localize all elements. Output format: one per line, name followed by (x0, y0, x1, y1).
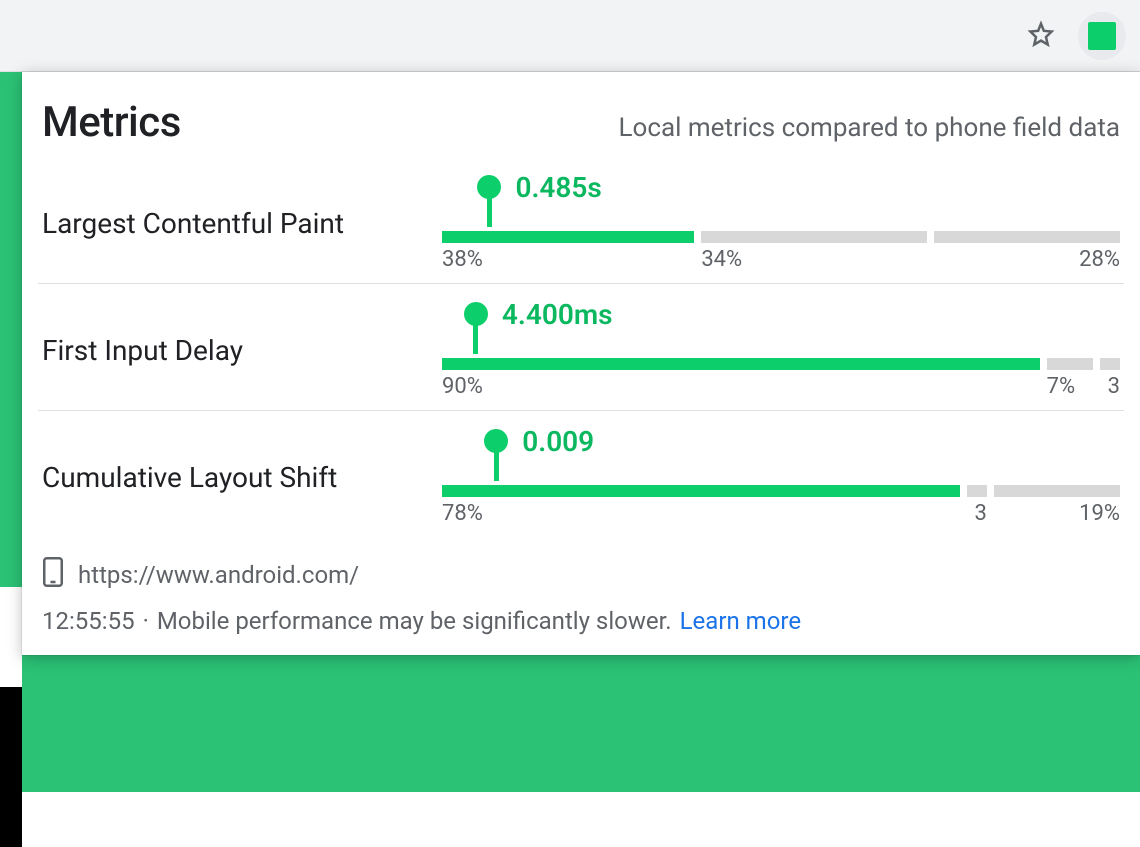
segment-label: 90% (442, 374, 483, 399)
extension-badge[interactable] (1078, 12, 1126, 60)
segment-label: 7% (1047, 374, 1075, 399)
distribution-segment: 3 (967, 485, 987, 497)
panel-subtitle: Local metrics compared to phone field da… (619, 113, 1120, 143)
panel-title: Metrics (42, 98, 181, 147)
distribution-segment: 78% (442, 485, 960, 497)
metric-visual: 4.400ms90%7%3 (442, 330, 1120, 370)
metric-visual: 0.00978%319% (442, 457, 1120, 497)
metric-name: Largest Contentful Paint (42, 207, 442, 240)
metric-name: Cumulative Layout Shift (42, 461, 442, 494)
distribution-bar: 78% 3 19% (442, 485, 1120, 497)
distribution-segment: 3 (1100, 358, 1120, 370)
segment-label: 38% (442, 247, 483, 272)
distribution-bar: 90% 7% 3 (442, 358, 1120, 370)
phone-icon (42, 557, 64, 593)
metric-row: First Input Delay 4.400ms 90% 7% 3 (38, 284, 1124, 411)
distribution-segment: 28% (934, 231, 1120, 243)
metric-visual: 0.485s38%34%28% (442, 203, 1120, 243)
metric-row: Cumulative Layout Shift0.00978%319% (38, 411, 1124, 537)
segment-label: 34% (701, 247, 742, 272)
segment-label: 19% (1079, 501, 1120, 526)
local-value: 4.400ms (502, 298, 613, 331)
panel-header: Metrics Local metrics compared to phone … (38, 98, 1124, 157)
metric-row: Largest Contentful Paint 0.485s 38% 34% 28% (38, 157, 1124, 284)
marker-stem (494, 449, 499, 481)
segment-label: 28% (1079, 247, 1120, 272)
segment-label: 3 (1108, 374, 1120, 399)
segment-label: 3 (974, 501, 986, 526)
footer-url: https://www.android.com/ (78, 561, 359, 589)
star-icon[interactable] (1026, 19, 1056, 53)
marker-stem (487, 195, 492, 227)
separator: · (143, 607, 149, 635)
distribution-segment: 19% (994, 485, 1120, 497)
browser-toolbar (0, 0, 1140, 72)
local-marker: 4.400ms (464, 302, 488, 354)
footer-timestamp: 12:55:55 (42, 607, 135, 635)
distribution-segment: 38% (442, 231, 694, 243)
local-value: 0.485s (515, 171, 601, 204)
footer-note: Mobile performance may be significantly … (157, 607, 672, 635)
distribution-bar: 38% 34% 28% (442, 231, 1120, 243)
extension-status-icon (1088, 22, 1116, 50)
distribution-segment: 34% (701, 231, 927, 243)
local-marker: 0.485s (477, 175, 501, 227)
metrics-panel: Metrics Local metrics compared to phone … (22, 72, 1140, 655)
panel-footer: https://www.android.com/ 12:55:55 · Mobi… (38, 537, 1124, 639)
distribution-segment: 7% (1047, 358, 1093, 370)
marker-stem (473, 322, 478, 354)
local-value: 0.009 (522, 425, 594, 458)
distribution-segment: 90% (442, 358, 1040, 370)
local-marker: 0.009 (484, 429, 508, 481)
learn-more-link[interactable]: Learn more (680, 607, 801, 635)
segment-label: 78% (442, 501, 483, 526)
metric-name: First Input Delay (42, 334, 442, 367)
